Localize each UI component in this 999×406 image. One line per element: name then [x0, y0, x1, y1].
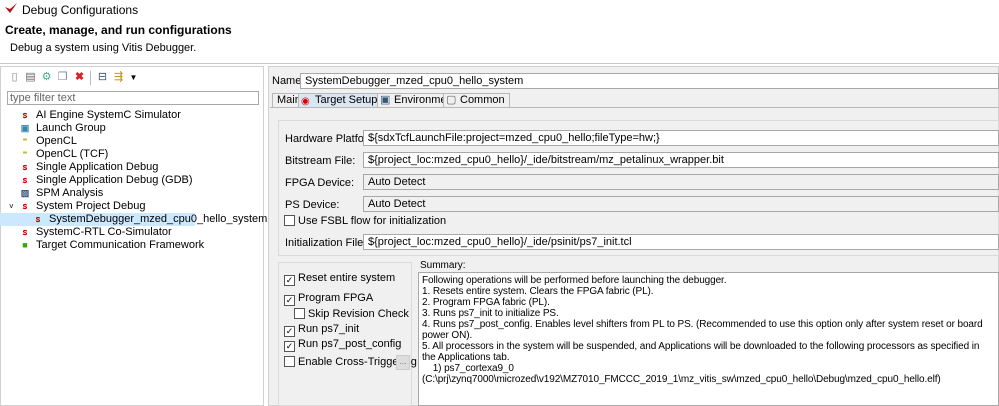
tree-item[interactable]: ■ Target Communication Framework	[0, 239, 262, 252]
opencl-icon: ⁼	[22, 149, 28, 159]
filter-input[interactable]: type filter text	[7, 91, 259, 105]
tree-item[interactable]: ⁼ OpenCL	[0, 135, 262, 148]
summary-line: 3. Runs ps7_init to initialize PS.	[422, 308, 559, 319]
tcf-icon: ꜱ	[22, 110, 28, 120]
checkbox-box: ✓	[284, 275, 295, 286]
gdb-icon: ꜱ	[22, 175, 28, 185]
divider	[0, 63, 999, 64]
tree-item[interactable]: ꜱ Single Application Debug (GDB)	[0, 174, 262, 187]
window-title: Debug Configurations	[22, 3, 139, 17]
option-label: Program FPGA	[298, 292, 374, 304]
init-file-input[interactable]: ${project_loc:mzed_cpu0_hello}/_ide/psin…	[363, 234, 999, 250]
export-icon[interactable]: ⚙	[40, 71, 53, 84]
option-checkbox[interactable]: ✓ Run ps7_init	[284, 323, 359, 337]
environment-icon: ▣	[380, 94, 391, 106]
name-input[interactable]: SystemDebugger_mzed_cpu0_hello_system	[300, 73, 999, 89]
tab-label: Common	[460, 94, 505, 106]
option-label: Skip Revision Check	[308, 308, 409, 320]
checkbox-box	[284, 215, 295, 226]
new-prototype-icon[interactable]: ▤	[24, 71, 37, 84]
tree-item[interactable]: ꜱ SystemC-RTL Co-Simulator	[0, 226, 262, 239]
tree-item-label: SystemDebugger_mzed_cpu0_hello_system	[49, 213, 268, 225]
tab-common[interactable]: ▢ Common	[443, 93, 510, 107]
tree-item[interactable]: ꜱ Single Application Debug	[0, 161, 262, 174]
tree-item-label: System Project Debug	[36, 200, 146, 212]
tree-item[interactable]: ˅ ꜱ System Project Debug	[0, 200, 262, 213]
config-tree: ꜱ AI Engine SystemC Simulator ▣ Launch Grou…	[0, 109, 267, 252]
tree-item-label: Launch Group	[36, 122, 106, 134]
summary-line: 5. All processors in the system will be …	[422, 341, 983, 363]
tab-label: Target Setup	[315, 94, 378, 106]
opencl-icon: ⁼	[22, 136, 28, 146]
filter-icon[interactable]: ⇶	[112, 71, 125, 84]
dropdown-icon[interactable]: ▼	[127, 71, 140, 84]
tree-item-label: Target Communication Framework	[36, 239, 205, 251]
fsbl-label: Use FSBL flow for initialization	[298, 215, 447, 227]
checkbox-box: ✓	[284, 295, 295, 306]
tcf-icon: ꜱ	[22, 227, 28, 237]
tree-item[interactable]: ▨ SPM Analysis	[0, 187, 262, 200]
tree-item-label: OpenCL (TCF)	[36, 148, 109, 160]
tcf-icon: ꜱ	[22, 162, 28, 172]
fsbl-checkbox[interactable]: Use FSBL flow for initialization	[284, 215, 446, 227]
tcf-framework-icon: ■	[22, 240, 28, 250]
tcf-icon: ꜱ	[22, 201, 28, 211]
option-label: Run ps7_post_config	[298, 338, 402, 350]
tcf-icon: ꜱ	[35, 214, 41, 224]
tree-item[interactable]: ꜱ AI Engine SystemC Simulator	[0, 109, 262, 122]
toolbar-separator	[90, 71, 91, 85]
chevron-down-icon[interactable]: ˅	[9, 200, 14, 213]
summary-line: 2. Program FPGA fabric (PL).	[422, 297, 550, 308]
summary-label: Summary:	[420, 260, 466, 271]
tab-target-setup[interactable]: ◉ Target Setup	[298, 93, 383, 107]
collapse-all-icon[interactable]: ⊟	[96, 71, 109, 84]
tree-item-label: SystemC-RTL Co-Simulator	[36, 226, 172, 238]
new-config-icon[interactable]: ▯	[8, 71, 21, 84]
bitstream-input[interactable]: ${project_loc:mzed_cpu0_hello}/_ide/bits…	[363, 152, 999, 168]
option-checkbox[interactable]: ✓ Reset entire system	[284, 272, 395, 286]
launch-group-icon: ▣	[20, 123, 30, 133]
ps-device-select[interactable]: Auto Detect	[363, 196, 999, 212]
summary-line: 1. Resets entire system. Clears the FPGA…	[422, 286, 654, 297]
summary-line: Following operations will be performed b…	[422, 275, 727, 286]
option-label: Run ps7_init	[298, 323, 360, 335]
summary-line: 1) ps7_cortexa9_0 (C:\prj\zynq7000\micro…	[422, 363, 941, 385]
init-label: Initialization File:	[285, 237, 367, 249]
checkbox-box	[284, 356, 295, 367]
fpga-label: FPGA Device:	[285, 177, 355, 189]
checkbox-box: ✓	[284, 341, 295, 352]
duplicate-icon[interactable]: ❐	[56, 71, 69, 84]
option-checkbox[interactable]: Skip Revision Check	[294, 308, 409, 320]
tree-item[interactable]: ꜱ SystemDebugger_mzed_cpu0_hello_system	[0, 213, 267, 226]
hw-platform-input[interactable]: ${sdxTcfLaunchFile:project=mzed_cpu0_hel…	[363, 130, 999, 146]
option-checkbox[interactable]: ✓ Run ps7_post_config	[284, 338, 401, 352]
tree-item[interactable]: ⁼ OpenCL (TCF)	[0, 148, 262, 161]
option-label: Reset entire system	[298, 272, 396, 284]
tree-item-label: OpenCL	[36, 135, 77, 147]
delete-icon[interactable]: ✖	[73, 71, 86, 84]
page-subtitle: Debug a system using Vitis Debugger.	[10, 42, 197, 54]
tab-underline	[270, 107, 999, 108]
tree-item-label: AI Engine SystemC Simulator	[36, 109, 181, 121]
tree-item-label: Single Application Debug	[36, 161, 159, 173]
option-checkbox[interactable]: ✓ Program FPGA	[284, 292, 373, 306]
checkbox-box: ✓	[284, 326, 295, 337]
cross-trigger-settings-button[interactable]: ...	[396, 355, 410, 370]
tree-item-label: Single Application Debug (GDB)	[36, 174, 193, 186]
spm-icon: ▨	[20, 188, 30, 198]
page-heading: Create, manage, and run configurations	[5, 23, 232, 37]
summary-line: 4. Runs ps7_post_config. Enables level s…	[422, 319, 986, 341]
fpga-device-select[interactable]: Auto Detect	[363, 174, 999, 190]
ps-label: PS Device:	[285, 199, 340, 211]
summary-text: Following operations will be performed b…	[418, 272, 999, 406]
checkbox-box	[294, 308, 305, 319]
tree-item[interactable]: ▣ Launch Group	[0, 122, 262, 135]
common-icon: ▢	[446, 94, 457, 106]
app-logo-icon	[5, 3, 17, 13]
bitstream-label: Bitstream File:	[285, 155, 356, 167]
tree-item-label: SPM Analysis	[36, 187, 104, 199]
